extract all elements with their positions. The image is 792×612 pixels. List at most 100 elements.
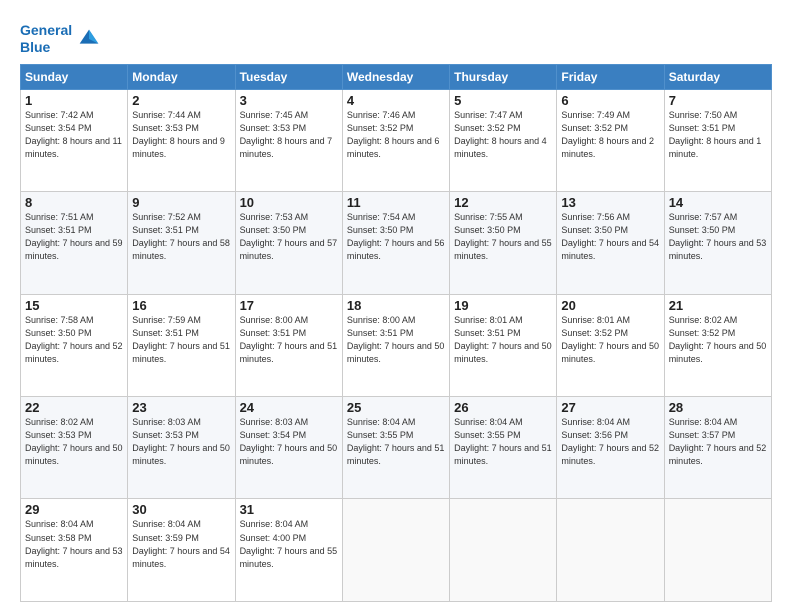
day-info: Sunrise: 7:50 AMSunset: 3:51 PMDaylight:… xyxy=(669,110,762,159)
day-number: 1 xyxy=(25,93,123,108)
calendar-cell xyxy=(450,499,557,602)
day-info: Sunrise: 7:47 AMSunset: 3:52 PMDaylight:… xyxy=(454,110,547,159)
calendar-cell: 11 Sunrise: 7:54 AMSunset: 3:50 PMDaylig… xyxy=(342,192,449,294)
day-number: 20 xyxy=(561,298,659,313)
day-number: 28 xyxy=(669,400,767,415)
calendar-cell xyxy=(342,499,449,602)
day-number: 8 xyxy=(25,195,123,210)
day-info: Sunrise: 7:51 AMSunset: 3:51 PMDaylight:… xyxy=(25,212,123,261)
page: General Blue SundayMondayTuesdayWednesda… xyxy=(0,0,792,612)
calendar-cell: 3 Sunrise: 7:45 AMSunset: 3:53 PMDayligh… xyxy=(235,89,342,191)
day-info: Sunrise: 7:44 AMSunset: 3:53 PMDaylight:… xyxy=(132,110,225,159)
day-number: 6 xyxy=(561,93,659,108)
header: General Blue xyxy=(20,18,772,56)
logo-general: General xyxy=(20,22,72,38)
day-info: Sunrise: 7:58 AMSunset: 3:50 PMDaylight:… xyxy=(25,315,123,364)
calendar-cell: 18 Sunrise: 8:00 AMSunset: 3:51 PMDaylig… xyxy=(342,294,449,396)
day-number: 22 xyxy=(25,400,123,415)
day-number: 9 xyxy=(132,195,230,210)
day-number: 23 xyxy=(132,400,230,415)
day-number: 21 xyxy=(669,298,767,313)
calendar-cell: 30 Sunrise: 8:04 AMSunset: 3:59 PMDaylig… xyxy=(128,499,235,602)
day-info: Sunrise: 7:45 AMSunset: 3:53 PMDaylight:… xyxy=(240,110,333,159)
calendar-weekday-saturday: Saturday xyxy=(664,64,771,89)
day-number: 25 xyxy=(347,400,445,415)
logo: General Blue xyxy=(20,22,103,56)
calendar-cell: 26 Sunrise: 8:04 AMSunset: 3:55 PMDaylig… xyxy=(450,397,557,499)
day-number: 4 xyxy=(347,93,445,108)
calendar-cell xyxy=(557,499,664,602)
calendar-cell: 1 Sunrise: 7:42 AMSunset: 3:54 PMDayligh… xyxy=(21,89,128,191)
day-info: Sunrise: 7:46 AMSunset: 3:52 PMDaylight:… xyxy=(347,110,440,159)
day-number: 5 xyxy=(454,93,552,108)
logo-blue: Blue xyxy=(20,39,72,56)
calendar-cell: 5 Sunrise: 7:47 AMSunset: 3:52 PMDayligh… xyxy=(450,89,557,191)
calendar-cell: 19 Sunrise: 8:01 AMSunset: 3:51 PMDaylig… xyxy=(450,294,557,396)
calendar-cell: 29 Sunrise: 8:04 AMSunset: 3:58 PMDaylig… xyxy=(21,499,128,602)
calendar-cell: 25 Sunrise: 8:04 AMSunset: 3:55 PMDaylig… xyxy=(342,397,449,499)
day-number: 16 xyxy=(132,298,230,313)
calendar-weekday-thursday: Thursday xyxy=(450,64,557,89)
day-number: 11 xyxy=(347,195,445,210)
calendar-cell: 15 Sunrise: 7:58 AMSunset: 3:50 PMDaylig… xyxy=(21,294,128,396)
day-number: 3 xyxy=(240,93,338,108)
day-number: 19 xyxy=(454,298,552,313)
day-info: Sunrise: 7:55 AMSunset: 3:50 PMDaylight:… xyxy=(454,212,552,261)
calendar-weekday-tuesday: Tuesday xyxy=(235,64,342,89)
day-number: 14 xyxy=(669,195,767,210)
day-info: Sunrise: 7:52 AMSunset: 3:51 PMDaylight:… xyxy=(132,212,230,261)
day-number: 2 xyxy=(132,93,230,108)
calendar-cell: 7 Sunrise: 7:50 AMSunset: 3:51 PMDayligh… xyxy=(664,89,771,191)
calendar-cell: 8 Sunrise: 7:51 AMSunset: 3:51 PMDayligh… xyxy=(21,192,128,294)
calendar-cell: 23 Sunrise: 8:03 AMSunset: 3:53 PMDaylig… xyxy=(128,397,235,499)
day-info: Sunrise: 8:00 AMSunset: 3:51 PMDaylight:… xyxy=(347,315,445,364)
day-info: Sunrise: 8:00 AMSunset: 3:51 PMDaylight:… xyxy=(240,315,338,364)
day-number: 27 xyxy=(561,400,659,415)
calendar-weekday-friday: Friday xyxy=(557,64,664,89)
day-info: Sunrise: 8:04 AMSunset: 4:00 PMDaylight:… xyxy=(240,519,338,568)
calendar-cell: 10 Sunrise: 7:53 AMSunset: 3:50 PMDaylig… xyxy=(235,192,342,294)
calendar-cell: 9 Sunrise: 7:52 AMSunset: 3:51 PMDayligh… xyxy=(128,192,235,294)
calendar-week-row-1: 1 Sunrise: 7:42 AMSunset: 3:54 PMDayligh… xyxy=(21,89,772,191)
calendar-cell: 2 Sunrise: 7:44 AMSunset: 3:53 PMDayligh… xyxy=(128,89,235,191)
day-info: Sunrise: 8:04 AMSunset: 3:58 PMDaylight:… xyxy=(25,519,123,568)
logo-icon xyxy=(75,25,103,53)
calendar-cell: 16 Sunrise: 7:59 AMSunset: 3:51 PMDaylig… xyxy=(128,294,235,396)
day-info: Sunrise: 8:04 AMSunset: 3:59 PMDaylight:… xyxy=(132,519,230,568)
day-info: Sunrise: 8:03 AMSunset: 3:54 PMDaylight:… xyxy=(240,417,338,466)
day-number: 18 xyxy=(347,298,445,313)
calendar-cell: 31 Sunrise: 8:04 AMSunset: 4:00 PMDaylig… xyxy=(235,499,342,602)
day-info: Sunrise: 8:04 AMSunset: 3:57 PMDaylight:… xyxy=(669,417,767,466)
calendar-weekday-sunday: Sunday xyxy=(21,64,128,89)
calendar-week-row-3: 15 Sunrise: 7:58 AMSunset: 3:50 PMDaylig… xyxy=(21,294,772,396)
calendar-weekday-monday: Monday xyxy=(128,64,235,89)
calendar-cell: 22 Sunrise: 8:02 AMSunset: 3:53 PMDaylig… xyxy=(21,397,128,499)
calendar-cell: 6 Sunrise: 7:49 AMSunset: 3:52 PMDayligh… xyxy=(557,89,664,191)
day-number: 7 xyxy=(669,93,767,108)
day-number: 29 xyxy=(25,502,123,517)
day-info: Sunrise: 8:02 AMSunset: 3:53 PMDaylight:… xyxy=(25,417,123,466)
day-number: 17 xyxy=(240,298,338,313)
day-number: 15 xyxy=(25,298,123,313)
calendar-cell: 14 Sunrise: 7:57 AMSunset: 3:50 PMDaylig… xyxy=(664,192,771,294)
day-info: Sunrise: 8:04 AMSunset: 3:56 PMDaylight:… xyxy=(561,417,659,466)
day-info: Sunrise: 8:03 AMSunset: 3:53 PMDaylight:… xyxy=(132,417,230,466)
calendar-cell: 12 Sunrise: 7:55 AMSunset: 3:50 PMDaylig… xyxy=(450,192,557,294)
day-info: Sunrise: 8:01 AMSunset: 3:51 PMDaylight:… xyxy=(454,315,552,364)
day-number: 10 xyxy=(240,195,338,210)
calendar-cell: 21 Sunrise: 8:02 AMSunset: 3:52 PMDaylig… xyxy=(664,294,771,396)
day-info: Sunrise: 7:53 AMSunset: 3:50 PMDaylight:… xyxy=(240,212,338,261)
day-number: 24 xyxy=(240,400,338,415)
calendar-cell: 24 Sunrise: 8:03 AMSunset: 3:54 PMDaylig… xyxy=(235,397,342,499)
calendar-week-row-5: 29 Sunrise: 8:04 AMSunset: 3:58 PMDaylig… xyxy=(21,499,772,602)
logo-text: General xyxy=(20,22,72,39)
calendar-cell: 4 Sunrise: 7:46 AMSunset: 3:52 PMDayligh… xyxy=(342,89,449,191)
calendar-cell: 20 Sunrise: 8:01 AMSunset: 3:52 PMDaylig… xyxy=(557,294,664,396)
calendar-cell: 17 Sunrise: 8:00 AMSunset: 3:51 PMDaylig… xyxy=(235,294,342,396)
calendar-cell: 13 Sunrise: 7:56 AMSunset: 3:50 PMDaylig… xyxy=(557,192,664,294)
day-info: Sunrise: 8:02 AMSunset: 3:52 PMDaylight:… xyxy=(669,315,767,364)
day-info: Sunrise: 7:49 AMSunset: 3:52 PMDaylight:… xyxy=(561,110,654,159)
day-info: Sunrise: 7:59 AMSunset: 3:51 PMDaylight:… xyxy=(132,315,230,364)
day-info: Sunrise: 7:54 AMSunset: 3:50 PMDaylight:… xyxy=(347,212,445,261)
day-info: Sunrise: 8:04 AMSunset: 3:55 PMDaylight:… xyxy=(347,417,445,466)
